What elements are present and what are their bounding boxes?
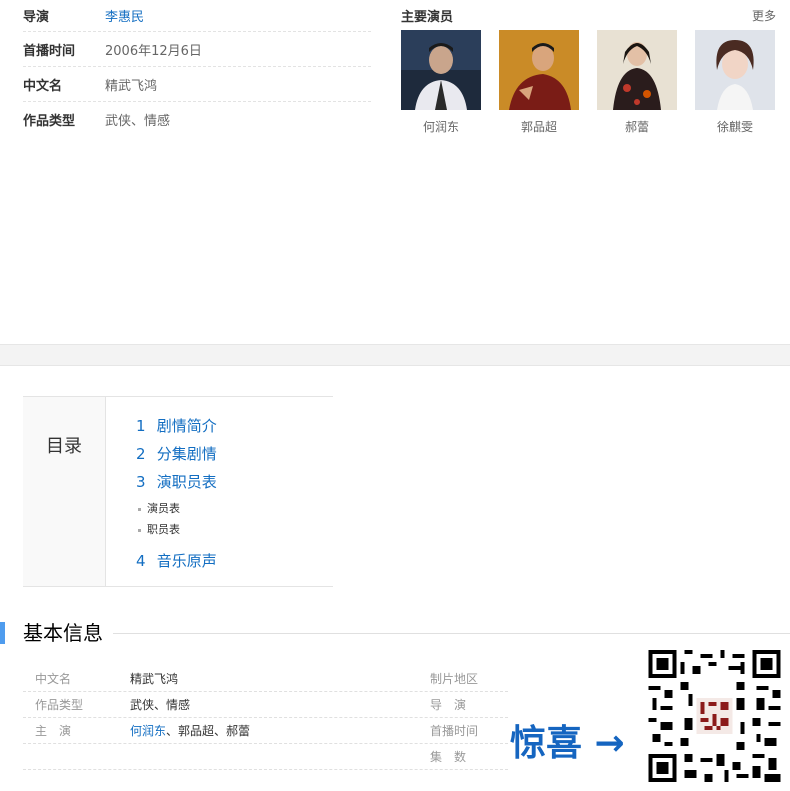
actor-photo[interactable]: [695, 30, 775, 110]
row-label-right: 首播时间: [430, 724, 479, 738]
info-value: 精武飞鸿: [105, 78, 158, 94]
actor-name[interactable]: 徐麒雯: [695, 118, 775, 135]
info-summary: 导演 李惠民 首播时间 2006年12月6日 中文名 精武飞鸿 作品类型 武侠、…: [23, 0, 371, 137]
toc-item-cast-crew[interactable]: 3 演职员表: [136, 472, 217, 500]
info-row-chinese-name: 中文名 精武飞鸿: [23, 67, 371, 102]
toc-label[interactable]: 演职员表: [157, 473, 217, 491]
section-accent-bar: [0, 622, 5, 644]
actors-title: 主要演员: [401, 9, 454, 25]
actor-list: 何润东 郭品超 郝蕾 徐麒雯: [401, 30, 776, 135]
actor-name[interactable]: 郝蕾: [597, 118, 677, 135]
row-label: 主 演: [35, 724, 72, 738]
table-of-contents: 目录 1 剧情简介 2 分集剧情 3 演职员表 演员表 职员表 4 音乐原声: [23, 396, 333, 587]
toc-title: 目录: [23, 397, 106, 586]
toc-number: 3: [136, 473, 146, 491]
toc-list: 1 剧情简介 2 分集剧情 3 演职员表 演员表 职员表 4 音乐原声: [106, 397, 217, 586]
director-link[interactable]: 李惠民: [105, 6, 144, 25]
toc-number: 1: [136, 417, 146, 435]
toc-sub-crew[interactable]: 职员表: [136, 521, 217, 542]
row-label: 中文名: [35, 672, 72, 686]
table-row: 主 演 何润东、郭品超、郝蕾 首播时间: [23, 718, 508, 744]
actor-card[interactable]: 郭品超: [499, 30, 579, 135]
section-divider: [0, 344, 790, 366]
actor-name[interactable]: 郭品超: [499, 118, 579, 135]
table-row: 作品类型 武侠、情感 导 演: [23, 692, 508, 718]
info-row-premiere: 首播时间 2006年12月6日: [23, 32, 371, 67]
actor-card[interactable]: 郝蕾: [597, 30, 677, 135]
toc-number: 4: [136, 552, 146, 570]
info-row-genre: 作品类型 武侠、情感: [23, 102, 371, 137]
info-value: 武侠、情感: [105, 114, 171, 129]
table-row: 集 数: [23, 744, 508, 770]
toc-label[interactable]: 剧情简介: [157, 417, 217, 435]
qr-code: [648, 650, 781, 782]
actor-photo[interactable]: [597, 30, 677, 110]
row-value: 何润东、郭品超、郝蕾: [130, 722, 250, 739]
toc-item-episodes[interactable]: 2 分集剧情: [136, 444, 217, 472]
row-value: 精武飞鸿: [130, 672, 179, 686]
section-title: 基本信息: [23, 620, 113, 646]
actor-name[interactable]: 何润东: [401, 118, 481, 135]
toc-title-text: 目录: [46, 436, 82, 457]
info-row-director: 导演 李惠民: [23, 0, 371, 32]
row-label-right: 集 数: [430, 750, 467, 764]
info-label: 导演: [23, 10, 50, 25]
toc-label[interactable]: 分集剧情: [157, 445, 217, 463]
info-label: 中文名: [23, 78, 63, 94]
actor-card[interactable]: 何润东: [401, 30, 481, 135]
toc-item-soundtrack[interactable]: 4 音乐原声: [136, 551, 217, 579]
actors-header: 主要演员 更多: [401, 0, 776, 30]
row-label-right: 导 演: [430, 698, 467, 712]
row-label-right: 制片地区: [430, 672, 479, 686]
info-label: 作品类型: [23, 114, 76, 129]
main-actors: 主要演员 更多 何润东 郭品超 郝蕾 徐麒雯: [401, 0, 776, 135]
toc-sub-cast[interactable]: 演员表: [136, 500, 217, 521]
info-value: 2006年12月6日: [105, 43, 202, 59]
basic-info-table: 中文名 精武飞鸿 制片地区 作品类型 武侠、情感 导 演 主 演 何润东、郭品超…: [23, 666, 508, 770]
actor-photo[interactable]: [499, 30, 579, 110]
row-value: 武侠、情感: [130, 698, 191, 712]
toc-item-synopsis[interactable]: 1 剧情简介: [136, 416, 217, 444]
toc-label[interactable]: 音乐原声: [157, 552, 217, 570]
basic-info-header: 基本信息: [0, 620, 790, 648]
actor-photo[interactable]: [401, 30, 481, 110]
table-row: 中文名 精武飞鸿 制片地区: [23, 666, 508, 692]
lead-actor-link[interactable]: 何润东: [130, 724, 166, 738]
surprise-text: 惊喜 →: [510, 723, 625, 764]
actor-card[interactable]: 徐麒雯: [695, 30, 775, 135]
section-rule: [110, 633, 790, 634]
row-label: 作品类型: [35, 698, 84, 712]
toc-number: 2: [136, 445, 146, 463]
info-label: 首播时间: [23, 43, 76, 59]
lead-actors-rest: 、郭品超、郝蕾: [166, 724, 251, 738]
more-actors-link[interactable]: 更多: [752, 7, 776, 24]
